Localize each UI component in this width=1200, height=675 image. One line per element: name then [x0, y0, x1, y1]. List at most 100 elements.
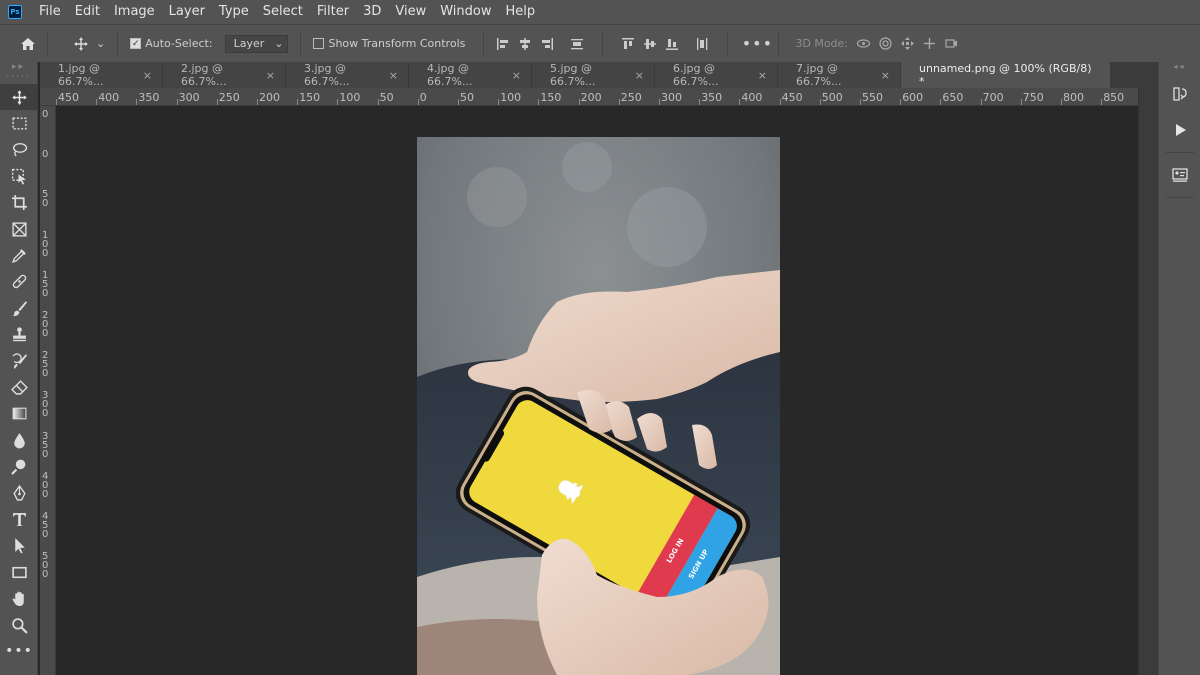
menu-window[interactable]: Window [433, 0, 498, 24]
align-vertical-centers-icon[interactable] [639, 33, 661, 55]
tab-label: 2.jpg @ 66.7%... [181, 62, 227, 88]
menu-layer[interactable]: Layer [162, 0, 212, 24]
close-icon[interactable]: × [881, 69, 890, 82]
3d-slide-icon[interactable] [918, 33, 940, 55]
dodge-tool-icon[interactable] [0, 453, 38, 479]
align-left-edges-icon[interactable] [492, 33, 514, 55]
close-icon[interactable]: × [389, 69, 398, 82]
panel-grip-icon[interactable]: ▸▸ ····· [0, 62, 37, 84]
actions-play-icon[interactable] [1164, 114, 1196, 146]
menu-filter[interactable]: Filter [310, 0, 356, 24]
ruler-tick-label: 200 [42, 310, 49, 339]
menu-view[interactable]: View [388, 0, 433, 24]
ruler-tick [337, 99, 339, 105]
ruler-tick [417, 99, 419, 105]
vertical-scrollbar[interactable] [1138, 88, 1158, 675]
ruler-tick-label: 500 [821, 91, 843, 104]
document-canvas[interactable]: LOG IN SIGN UP [417, 137, 780, 675]
object-selection-tool-icon[interactable] [0, 163, 38, 189]
menu-select[interactable]: Select [256, 0, 310, 24]
tab-document-active[interactable]: unnamed.png @ 100% (RGB/8) * [901, 62, 1111, 88]
path-selection-tool-icon[interactable] [0, 533, 38, 559]
tab-label: unnamed.png @ 100% (RGB/8) * [919, 62, 1092, 88]
ruler-tick-label: 50 [379, 91, 394, 104]
close-icon[interactable]: × [512, 69, 521, 82]
healing-brush-tool-icon[interactable] [0, 269, 38, 295]
menu-help[interactable]: Help [499, 0, 543, 24]
tab-label: 5.jpg @ 66.7%... [550, 62, 596, 88]
3d-pan-icon[interactable] [896, 33, 918, 55]
3d-roll-icon[interactable] [874, 33, 896, 55]
tab-document-5[interactable]: 5.jpg @ 66.7%... × [532, 62, 655, 88]
menu-3d[interactable]: 3D [356, 0, 388, 24]
chevron-down-icon[interactable]: ⌄ [96, 37, 105, 50]
clone-stamp-tool-icon[interactable] [0, 322, 38, 348]
ruler-tick-label: 400 [42, 470, 49, 500]
close-icon[interactable]: × [143, 69, 152, 82]
eraser-tool-icon[interactable] [0, 374, 38, 400]
close-icon[interactable]: × [635, 69, 644, 82]
ruler-tick-label: 450 [58, 91, 79, 104]
3d-orbit-icon[interactable] [852, 33, 874, 55]
marquee-tool-icon[interactable] [0, 110, 38, 136]
align-bottom-edges-icon[interactable] [661, 33, 683, 55]
tab-document-4[interactable]: 4.jpg @ 66.7%... × [409, 62, 532, 88]
crop-tool-icon[interactable] [0, 190, 38, 216]
properties-panel-icon[interactable] [1164, 159, 1196, 191]
auto-select-label: Auto-Select: [145, 37, 213, 50]
tab-document-7[interactable]: 7.jpg @ 66.7%... × [778, 62, 901, 88]
tab-label: 6.jpg @ 66.7%... [673, 62, 719, 88]
move-options-icon[interactable] [70, 33, 92, 55]
document-photo: LOG IN SIGN UP [417, 137, 780, 675]
ruler-tick [1101, 99, 1103, 105]
3d-camera-icon[interactable] [940, 33, 962, 55]
auto-select-checkbox[interactable]: ✓ [130, 38, 142, 49]
distribute-vertical-icon[interactable] [566, 33, 588, 55]
history-brush-tool-icon[interactable] [0, 348, 38, 374]
ruler-tick [257, 99, 258, 105]
pen-tool-icon[interactable] [0, 480, 38, 506]
align-horizontal-centers-icon[interactable] [514, 33, 536, 55]
frame-tool-icon[interactable] [0, 216, 38, 242]
menu-edit[interactable]: Edit [68, 0, 107, 24]
zoom-tool-icon[interactable] [0, 612, 38, 638]
ruler-tick [176, 99, 178, 105]
show-transform-controls-checkbox[interactable] [313, 38, 325, 49]
gradient-tool-icon[interactable] [0, 401, 38, 427]
vertical-ruler[interactable]: 0 0 50 100 150 200 250 300 350 400 450 500 [40, 106, 56, 675]
auto-select-target-dropdown[interactable]: Layer ⌄ [224, 34, 289, 53]
type-tool-icon[interactable] [0, 506, 38, 532]
more-tools-icon[interactable]: ••• [0, 638, 38, 664]
tab-document-6[interactable]: 6.jpg @ 66.7%... × [655, 62, 778, 88]
horizontal-ruler[interactable]: 450 400 350 300 250 200 150 100 50 0 50 100 150 200 25… [40, 88, 1138, 106]
lasso-tool-icon[interactable] [0, 137, 38, 163]
home-icon[interactable] [17, 33, 39, 55]
rectangle-tool-icon[interactable] [0, 559, 38, 585]
eyedropper-tool-icon[interactable] [0, 242, 38, 268]
panel-grip-icon[interactable]: ◂◂ [1159, 62, 1200, 74]
hand-tool-icon[interactable] [0, 585, 38, 611]
tab-document-2[interactable]: 2.jpg @ 66.7%... × [163, 62, 286, 88]
align-top-edges-icon[interactable] [617, 33, 639, 55]
close-icon[interactable]: × [266, 69, 275, 82]
tools-panel: ▸▸ ····· ••• [0, 62, 38, 675]
ruler-tick-label: 100 [42, 229, 49, 259]
move-tool-icon[interactable] [0, 84, 38, 111]
brush-tool-icon[interactable] [0, 295, 38, 321]
ruler-tick-label: 0 [42, 109, 49, 120]
tab-document-3[interactable]: 3.jpg @ 66.7%... × [286, 62, 409, 88]
menu-type[interactable]: Type [212, 0, 256, 24]
tab-document-1[interactable]: 1.jpg @ 66.7%... × [40, 62, 163, 88]
menu-file[interactable]: File [32, 0, 68, 24]
ruler-tick-label: 450 [781, 91, 803, 104]
tab-label: 3.jpg @ 66.7%... [304, 62, 350, 88]
ruler-tick [900, 99, 902, 105]
tab-label: 4.jpg @ 66.7%... [427, 62, 473, 88]
blur-tool-icon[interactable] [0, 427, 38, 453]
menu-image[interactable]: Image [107, 0, 162, 24]
align-right-edges-icon[interactable] [536, 33, 558, 55]
more-options-icon[interactable]: ••• [742, 33, 772, 55]
distribute-horizontal-icon[interactable] [691, 33, 713, 55]
history-panel-icon[interactable] [1164, 78, 1196, 110]
close-icon[interactable]: × [758, 69, 767, 82]
